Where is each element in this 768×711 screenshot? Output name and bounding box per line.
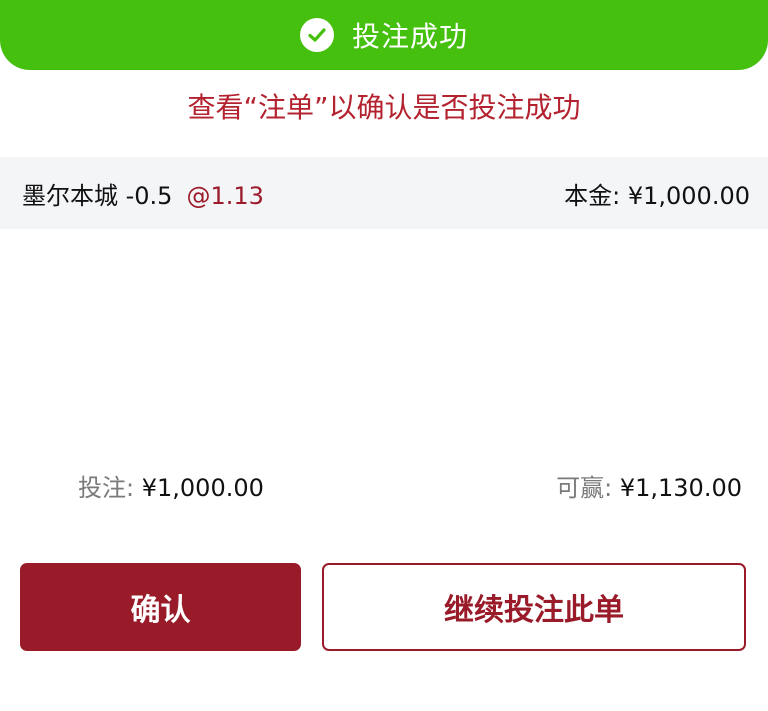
selection-name: 墨尔本城 -0.5 [22,181,173,210]
stake-value: ¥1,000.00 [627,181,750,210]
odds-value: @1.13 [186,181,264,210]
confirm-button[interactable]: 确认 [20,563,301,651]
check-icon [299,18,334,52]
bet-confirmation-page: 投注成功 查看“注单”以确认是否投注成功 墨尔本城 -0.5 @1.13 本金: … [0,0,768,711]
total-bet-value: ¥1,000.00 [141,474,264,502]
check-bets-notice: 查看“注单”以确认是否投注成功 [187,91,581,124]
success-banner: 投注成功 [0,0,768,70]
stake-info: 本金: ¥1,000.00 [564,176,750,211]
potential-win-value: ¥1,130.00 [619,474,742,502]
repeat-bet-button[interactable]: 继续投注此单 [322,563,746,651]
bet-selection-row: 墨尔本城 -0.5 @1.13 本金: ¥1,000.00 [0,157,768,229]
stake-label: 本金: [564,181,621,210]
selection-info: 墨尔本城 -0.5 @1.13 [22,176,264,211]
banner-title: 投注成功 [351,20,468,53]
bet-summary: 投注: ¥1,000.00 可赢: ¥1,130.00 [0,470,768,506]
total-bet-label: 投注: [78,474,135,502]
potential-win-label: 可赢: [556,474,613,502]
potential-win: 可赢: ¥1,130.00 [556,470,742,506]
total-bet: 投注: ¥1,000.00 [78,470,264,506]
